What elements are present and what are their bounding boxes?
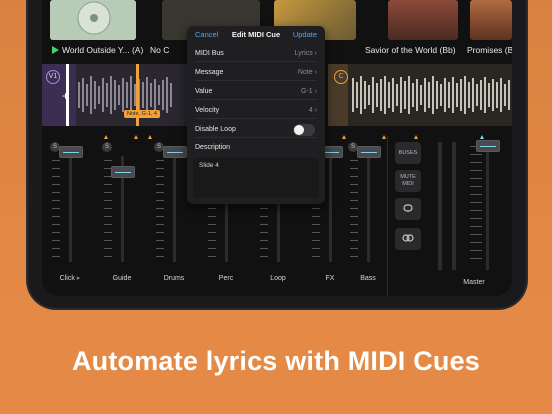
level-ticks (156, 160, 164, 260)
channel-strip-bass: S Bass (344, 136, 392, 296)
description-value: Slide 4 (199, 162, 219, 169)
album-cover-5[interactable] (470, 0, 512, 40)
album-cover-4[interactable] (388, 0, 458, 40)
master-strip: Master (430, 136, 508, 296)
row-value[interactable]: Value G-1 › (195, 86, 317, 100)
link-button[interactable] (395, 228, 421, 250)
description-field[interactable]: Slide 4 (193, 158, 319, 198)
channel-strip-click: S Click ▸ (46, 136, 94, 296)
volume-fader[interactable] (111, 166, 135, 178)
volume-fader[interactable] (357, 146, 381, 158)
waveform-left[interactable]: V1 + Note, G-1, 4 (42, 64, 190, 126)
playhead-cross-icon[interactable]: + (62, 90, 69, 102)
mixer-divider (387, 136, 388, 296)
play-small-icon: ▸ (76, 275, 81, 282)
channel-label: Guide (112, 275, 132, 282)
buses-button[interactable]: BUSES (395, 142, 421, 164)
master-label: Master (463, 279, 485, 286)
fader-track (329, 156, 332, 262)
loop-toggle-button[interactable] (395, 198, 421, 220)
volume-fader[interactable] (163, 146, 187, 158)
app-screen: World Outside Y... (A) No C Savior of th… (42, 0, 512, 296)
channel-label: Click ▸ (59, 275, 81, 282)
row-midi-bus[interactable]: MIDI Bus Lyrics › (195, 48, 317, 62)
row-value: 4 › (308, 107, 317, 114)
row-label: Description (195, 144, 231, 151)
fader-track (486, 142, 489, 270)
popover-header: Cancel Edit MIDI Cue Update (187, 26, 325, 42)
row-message[interactable]: Message Note › (195, 67, 317, 81)
disable-loop-toggle[interactable] (293, 124, 315, 136)
song-title: Savior of the World (Bb) (365, 45, 456, 55)
song-title: World Outside Y... (62, 45, 130, 55)
channel-label: Loop (270, 275, 286, 282)
section-marker-c[interactable]: C (334, 70, 348, 84)
solo-button[interactable]: S (102, 142, 112, 152)
update-button[interactable]: Update (293, 30, 317, 39)
mute-midi-button[interactable]: MUTE MIDI (395, 170, 421, 192)
channel-label: Drums (163, 275, 185, 282)
row-value: G-1 › (301, 88, 317, 95)
waveform-right[interactable]: C (328, 64, 512, 126)
channel-label: Perc (218, 275, 234, 282)
waveform-graphic (328, 64, 510, 126)
play-icon (52, 46, 59, 54)
edit-midi-cue-popover: Cancel Edit MIDI Cue Update MIDI Bus Lyri… (187, 26, 325, 204)
chevron-right-icon: › (314, 69, 317, 76)
album-cover-1[interactable] (50, 0, 136, 40)
song-item-2[interactable]: No C (150, 45, 169, 55)
marketing-caption: Automate lyrics with MIDI Cues (71, 346, 481, 376)
level-ticks (52, 160, 60, 260)
song-title: No C (150, 45, 170, 55)
row-label: MIDI Bus (195, 50, 224, 57)
cd-icon (50, 0, 136, 40)
section-marker-v1[interactable]: V1 (46, 70, 60, 84)
chevron-right-icon: › (314, 50, 317, 57)
fader-track (452, 142, 456, 270)
row-label: Message (195, 69, 224, 76)
fader-track (438, 142, 442, 270)
row-value: Lyrics › (294, 50, 317, 57)
midi-cue-tag[interactable]: Note, G-1, 4 (124, 110, 160, 118)
row-label: Velocity (195, 107, 220, 114)
loop-icon (403, 204, 413, 212)
song-title: Promises (Bb (467, 45, 512, 55)
level-ticks (350, 160, 358, 260)
row-disable-loop: Disable Loop (195, 124, 317, 138)
link-icon (402, 234, 414, 242)
row-velocity[interactable]: Velocity 4 › (195, 105, 317, 119)
channel-label: Bass (360, 275, 376, 282)
volume-fader[interactable] (59, 146, 83, 158)
fader-track (367, 156, 370, 262)
fader-track (69, 156, 72, 262)
level-ticks (470, 146, 482, 266)
channel-strip-guide: S Guide (98, 136, 146, 296)
chevron-right-icon: › (314, 88, 317, 95)
chevron-right-icon: › (314, 107, 317, 114)
song-key: (A) (131, 45, 144, 55)
song-item-3[interactable]: Savior of the World (Bb) (365, 45, 456, 55)
master-volume-fader[interactable] (476, 140, 500, 152)
ipad-device: World Outside Y... (A) No C Savior of th… (28, 0, 526, 308)
song-item-4[interactable]: Promises (Bb (467, 45, 512, 55)
row-description: Description (195, 142, 317, 156)
fader-track (173, 156, 176, 262)
row-value: Note › (297, 69, 317, 76)
row-label: Value (195, 88, 213, 95)
song-item-1[interactable]: World Outside Y... (A) (52, 45, 143, 55)
row-label: Disable Loop (195, 126, 236, 133)
